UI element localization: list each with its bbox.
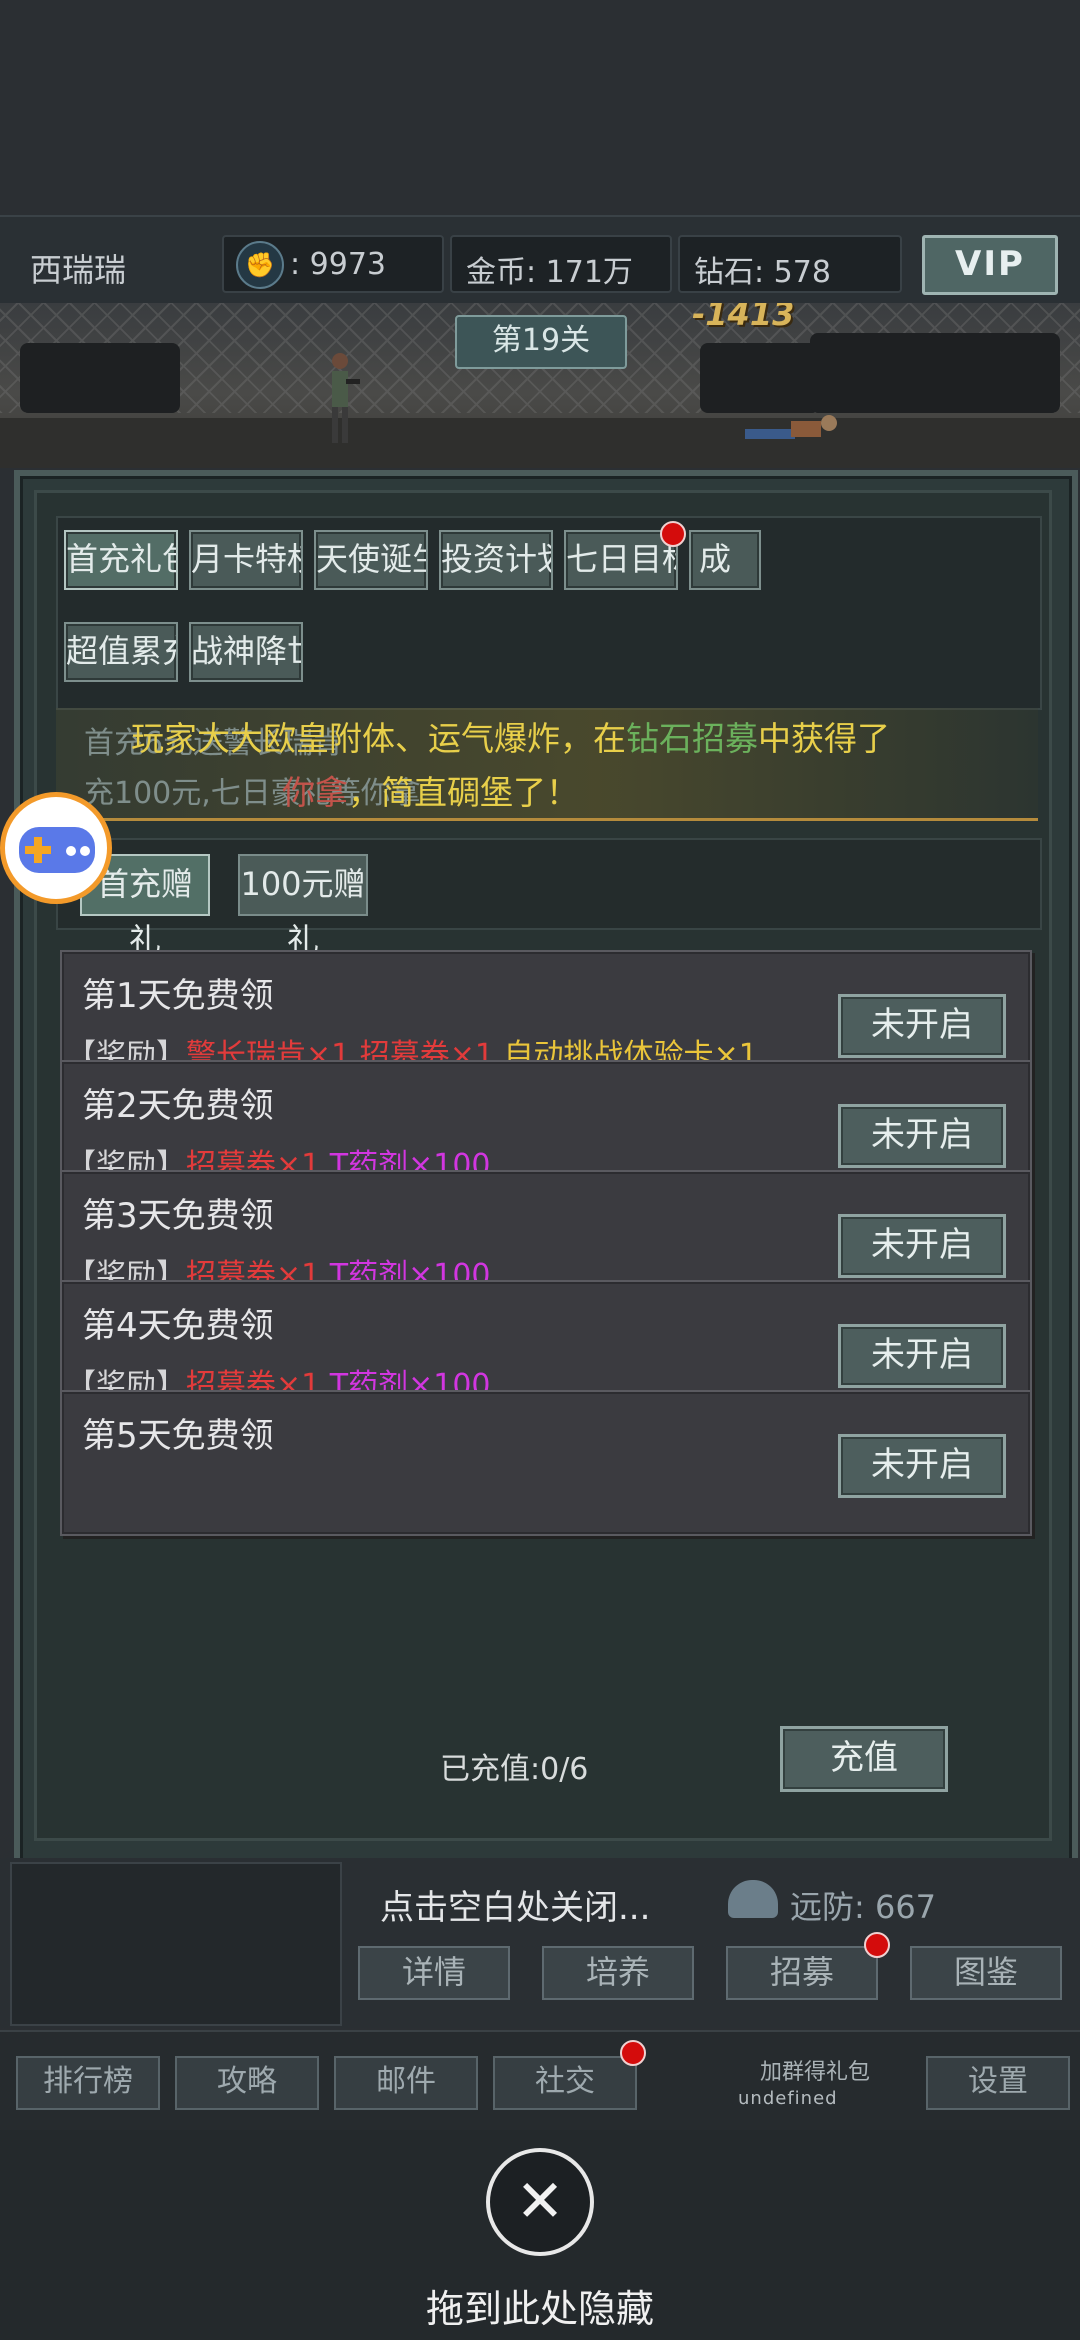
damage-number: -1413 bbox=[692, 303, 795, 333]
tab-god-of-war[interactable]: 战神降世 bbox=[189, 622, 303, 682]
diamond-value: 钻石: 578 bbox=[694, 255, 831, 290]
drag-hide-label: 拖到此处隐藏 bbox=[425, 2287, 654, 2331]
marquee-line-2: 你拿，简直碉堡了！ bbox=[282, 773, 579, 812]
wrecked-car bbox=[20, 343, 180, 413]
claim-button[interactable]: 未开启 bbox=[838, 1104, 1006, 1168]
battle-scene: 第19关 -1413 bbox=[0, 303, 1080, 468]
player-name: 西瑞瑞 bbox=[30, 251, 127, 289]
gamepad-float-icon[interactable] bbox=[0, 792, 112, 904]
power-value: : 9973 bbox=[290, 247, 386, 282]
codex-button[interactable]: 图鉴 bbox=[910, 1946, 1062, 2000]
level-indicator: 第19关 bbox=[455, 315, 627, 369]
reward-day-title: 第3天免费领 bbox=[82, 1196, 274, 1236]
player-soldier-icon bbox=[332, 353, 360, 443]
guide-button[interactable]: 攻略 bbox=[175, 2056, 319, 2110]
join-group-link[interactable]: 加群得礼包 bbox=[760, 2054, 870, 2086]
notification-dot bbox=[620, 2040, 646, 2066]
announcement-marquee: 首充6元送警长瑞肯 充100元,七日豪礼等你拿 玩家大大欧皇附体、运气爆炸，在钻… bbox=[56, 708, 1038, 821]
activity-tabs: 首充礼包 月卡特权 天使诞生 投资计划 七日目标 成 超值累充 战神降世 bbox=[56, 516, 1042, 710]
tab-angel-birth[interactable]: 天使诞生 bbox=[314, 530, 428, 590]
claim-button[interactable]: 未开启 bbox=[838, 1214, 1006, 1278]
tab-investment-plan[interactable]: 投资计划 bbox=[439, 530, 553, 590]
power-stat: ✊ : 9973 bbox=[222, 235, 444, 293]
reward-day-title: 第1天免费领 bbox=[82, 976, 274, 1016]
gold-stat: 金币: 171万 bbox=[450, 235, 672, 293]
ranged-defense: 远防: 667 bbox=[790, 1888, 937, 1926]
tab-achievement[interactable]: 成 bbox=[689, 530, 761, 590]
fist-icon: ✊ bbox=[236, 241, 284, 289]
gift-subtabs: 首充赠礼 100元赠礼 bbox=[56, 838, 1042, 959]
close-hint: 点击空白处关闭... bbox=[380, 1888, 651, 1928]
train-button[interactable]: 培养 bbox=[542, 1946, 694, 2000]
daily-reward-list: 第1天免费领 【奖励】警长瑞肯×1 招募券×1 自动挑战体验卡×1 未开启 第2… bbox=[56, 950, 1038, 1662]
ground bbox=[0, 418, 1080, 468]
subtab-100-yuan-gift[interactable]: 100元赠礼 bbox=[238, 854, 368, 959]
tab-first-recharge[interactable]: 首充礼包 bbox=[64, 530, 178, 590]
recharge-button[interactable]: 充值 bbox=[780, 1726, 948, 1792]
wrecked-bus bbox=[810, 333, 1060, 413]
fallen-enemy-icon bbox=[745, 415, 837, 439]
claim-button[interactable]: 未开启 bbox=[838, 1324, 1006, 1388]
settings-button[interactable]: 设置 bbox=[926, 2056, 1070, 2110]
diamond-stat: 钻石: 578 bbox=[678, 235, 902, 293]
notification-dot bbox=[660, 521, 686, 547]
vip-button[interactable]: VIP bbox=[922, 235, 1058, 295]
wrecked-car bbox=[700, 343, 820, 413]
list-item: 第5天免费领 未开启 bbox=[60, 1390, 1032, 1536]
first-recharge-panel: 首充礼包 月卡特权 天使诞生 投资计划 七日目标 成 超值累充 战神降世 首充6… bbox=[14, 470, 1078, 1867]
top-status-bar: 西瑞瑞 ✊ : 9973 金币: 171万 钻石: 578 VIP bbox=[0, 215, 1080, 305]
gold-value: 金币: 171万 bbox=[466, 255, 633, 290]
recruit-button[interactable]: 招募 bbox=[726, 1946, 878, 2000]
undefined-label: undefined bbox=[738, 2088, 838, 2109]
helmet-icon bbox=[728, 1880, 778, 1918]
mail-button[interactable]: 邮件 bbox=[334, 2056, 478, 2110]
character-portrait-box bbox=[10, 1862, 342, 2026]
drag-hide-zone[interactable]: ✕ 拖到此处隐藏 bbox=[0, 2130, 1080, 2340]
character-panel: 点击空白处关闭... 远防: 667 详情 培养 招募 图鉴 bbox=[0, 1858, 1080, 2028]
details-button[interactable]: 详情 bbox=[358, 1946, 510, 2000]
reward-day-title: 第4天免费领 bbox=[82, 1306, 274, 1346]
tab-super-value-recharge[interactable]: 超值累充 bbox=[64, 622, 178, 682]
notification-dot bbox=[864, 1932, 890, 1958]
claim-button[interactable]: 未开启 bbox=[838, 1434, 1006, 1498]
reward-day-title: 第5天免费领 bbox=[82, 1416, 274, 1456]
reward-day-title: 第2天免费领 bbox=[82, 1086, 274, 1126]
social-button[interactable]: 社交 bbox=[493, 2056, 637, 2110]
recharge-progress: 已充值:0/6 bbox=[440, 1752, 589, 1787]
leaderboard-button[interactable]: 排行榜 bbox=[16, 2056, 160, 2110]
bottom-nav: 排行榜 攻略 邮件 社交 加群得礼包 undefined 设置 bbox=[0, 2030, 1080, 2132]
tab-monthly-card[interactable]: 月卡特权 bbox=[189, 530, 303, 590]
claim-button[interactable]: 未开启 bbox=[838, 994, 1006, 1058]
close-icon[interactable]: ✕ bbox=[486, 2148, 594, 2256]
marquee-line-1: 玩家大大欧皇附体、运气爆炸，在钻石招募中获得了 bbox=[131, 719, 890, 758]
